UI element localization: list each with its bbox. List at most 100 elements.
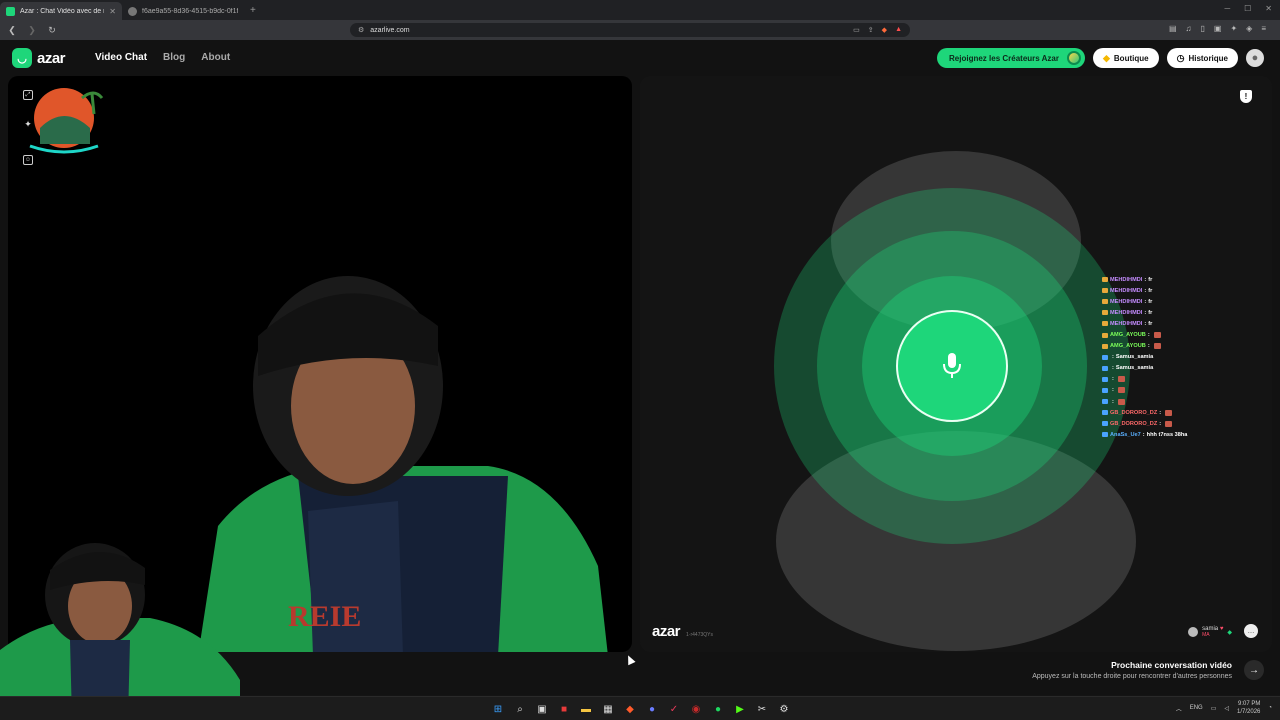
report-shield-icon[interactable]: ! xyxy=(1240,90,1252,103)
settings-icon[interactable]: ⚙ xyxy=(776,701,792,717)
chat-line: : Samus_samia xyxy=(1102,363,1252,374)
azar-logo[interactable]: ◡ azar xyxy=(12,48,66,68)
nav-video-chat[interactable]: Video Chat xyxy=(95,52,147,63)
join-creators-button[interactable]: Rejoignez les Créateurs Azar xyxy=(937,48,1085,68)
menu-icon[interactable]: ≡ xyxy=(1261,24,1266,33)
file-explorer-icon[interactable]: ▬ xyxy=(578,701,594,717)
header-actions: Rejoignez les Créateurs Azar ◆ Boutique … xyxy=(937,48,1264,68)
next-arrow-button[interactable]: → xyxy=(1244,660,1264,680)
sidebar-icon[interactable]: ▤ xyxy=(1169,24,1177,33)
chat-emote-icon xyxy=(1117,398,1125,405)
search-icon[interactable]: ⌕ xyxy=(512,701,528,717)
profile-avatar[interactable]: ● xyxy=(1246,49,1264,67)
verified-icon: ◆ xyxy=(1227,629,1232,636)
next-subtitle: Appuyez sur la touche droite pour rencon… xyxy=(1032,673,1232,680)
chat-line: MEHDIHMDI: fr xyxy=(1102,307,1252,318)
chat-line: : xyxy=(1102,374,1252,385)
gem-icon: ◆ xyxy=(1102,52,1110,63)
site-info-icon[interactable]: ⚙ xyxy=(358,26,364,34)
app-pink-icon[interactable]: ✓ xyxy=(666,701,682,717)
chat-user: GB_DORORO_DZ xyxy=(1110,420,1158,427)
chat-separator: : xyxy=(1112,365,1114,372)
tab-title: f6ae9a55-8d36-4515-b9dc-0f1f0a65 xyxy=(142,7,238,15)
task-view-icon[interactable]: ▣ xyxy=(534,701,550,717)
chat-line: AMG_AYOUB: xyxy=(1102,341,1252,352)
close-window-icon[interactable]: ✕ xyxy=(1265,4,1272,13)
reload-icon[interactable]: ↻ xyxy=(44,25,60,36)
main-nav: Video Chat Blog About xyxy=(95,52,230,63)
discord-icon[interactable]: ● xyxy=(644,701,660,717)
chat-message: Samus_samia xyxy=(1115,365,1154,372)
chat-user: MEHDIHMDI xyxy=(1110,320,1143,327)
chat-badge-icon xyxy=(1102,410,1108,416)
brand-footer: azar 1·r4473QYs xyxy=(652,623,713,640)
address-bar[interactable]: ⚙ azarlive.com ▭ ⇪ ◆ ▲ xyxy=(350,23,910,37)
chat-user: MEHDIHMDI xyxy=(1110,276,1143,283)
clock[interactable]: 9:07 PM 1/7/2026 xyxy=(1237,700,1260,716)
calendar-icon[interactable]: ▦ xyxy=(600,701,616,717)
session-id: 1·r4473QYs xyxy=(686,632,713,638)
partner-country: MA xyxy=(1202,632,1210,638)
vpn-icon[interactable]: ◈ xyxy=(1246,24,1252,33)
shield-ext-icon[interactable]: ◆ xyxy=(882,26,887,34)
partner-avatar xyxy=(1188,627,1199,637)
chat-emote-icon xyxy=(1117,376,1125,383)
extensions-bar: ▤ ♫ ▯ ▣ ✦ ◈ ≡ xyxy=(1169,24,1266,33)
tab-azar[interactable]: Azar : Chat Vidéo avec de no ✕ xyxy=(0,2,122,20)
capcut-icon[interactable]: ✂ xyxy=(754,701,770,717)
close-tab-icon[interactable]: ✕ xyxy=(109,7,116,16)
nav-about[interactable]: About xyxy=(201,52,230,63)
spotify-icon[interactable]: ● xyxy=(710,701,726,717)
back-icon[interactable]: ❮ xyxy=(4,25,20,36)
lang-indicator[interactable]: ENG xyxy=(1190,705,1203,711)
chat-message: fr xyxy=(1148,287,1153,294)
chat-line: GB_DORORO_DZ: xyxy=(1102,407,1252,418)
windows-taskbar: ⊞ ⌕ ▣ ■ ▬ ▦ ◆ ● ✓ ◉ ● ▶ ✂ ⚙ ︿ ENG ▭ ◁ 9:… xyxy=(0,696,1280,720)
brave-icon[interactable]: ◆ xyxy=(622,701,638,717)
obs-icon[interactable]: ◉ xyxy=(688,701,704,717)
alert-icon[interactable]: ▲ xyxy=(895,26,902,34)
site-header: ◡ azar Video Chat Blog About Rejoignez l… xyxy=(0,40,1280,76)
cast-icon[interactable]: ▭ xyxy=(853,26,860,34)
share-icon[interactable]: ⇪ xyxy=(868,26,874,34)
clock-time: 9:07 PM xyxy=(1238,701,1261,707)
new-tab-icon[interactable]: + xyxy=(244,5,262,16)
notifications-icon[interactable]: ◔ xyxy=(1268,705,1272,711)
next-conversation-bar: Prochaine conversation vidéo Appuyez sur… xyxy=(1032,660,1264,680)
network-icon[interactable]: ▭ xyxy=(1211,705,1217,712)
partner-info[interactable]: samia ♥ MA ◆ xyxy=(1188,626,1232,638)
chevron-up-icon[interactable]: ︿ xyxy=(1176,704,1182,713)
forward-icon[interactable]: ❯ xyxy=(24,25,40,36)
chat-badge-icon xyxy=(1102,310,1108,316)
history-button[interactable]: ◷ Historique xyxy=(1166,48,1238,68)
app-red-icon[interactable]: ■ xyxy=(556,701,572,717)
chat-badge-icon xyxy=(1102,332,1108,338)
chat-badge-icon xyxy=(1102,354,1108,360)
panel-icon[interactable]: ▯ xyxy=(1201,24,1205,33)
music-icon[interactable]: ♫ xyxy=(1186,24,1192,33)
leo-icon[interactable]: ✦ xyxy=(1230,24,1237,33)
globe-icon xyxy=(128,6,137,16)
chat-badge-icon xyxy=(1102,321,1108,327)
shop-button[interactable]: ◆ Boutique xyxy=(1092,48,1159,68)
maximize-icon[interactable]: ☐ xyxy=(1244,4,1251,13)
chat-separator: : xyxy=(1112,387,1114,394)
chat-bubble-button[interactable]: … xyxy=(1244,624,1258,638)
volume-icon[interactable]: ◁ xyxy=(1224,705,1229,712)
start-icon[interactable]: ⊞ xyxy=(490,701,506,717)
chat-badge-icon xyxy=(1102,421,1108,427)
minimize-icon[interactable]: ─ xyxy=(1224,4,1230,13)
brand-watermark: azar xyxy=(652,623,681,640)
tab-second[interactable]: f6ae9a55-8d36-4515-b9dc-0f1f0a65 xyxy=(122,2,244,20)
streamer-logo xyxy=(29,88,104,154)
chat-badge-icon xyxy=(1102,387,1108,393)
nav-blog[interactable]: Blog xyxy=(163,52,185,63)
history-label: Historique xyxy=(1188,53,1228,63)
chat-line: : Samus_samia xyxy=(1102,352,1252,363)
chat-user: MEHDIHMDI xyxy=(1110,287,1143,294)
kick-icon[interactable]: ▶ xyxy=(732,701,748,717)
chat-separator: : xyxy=(1159,420,1162,427)
streamer-webcam xyxy=(0,543,240,720)
wallet-icon[interactable]: ▣ xyxy=(1214,24,1222,33)
chat-emote-icon xyxy=(1165,420,1173,427)
